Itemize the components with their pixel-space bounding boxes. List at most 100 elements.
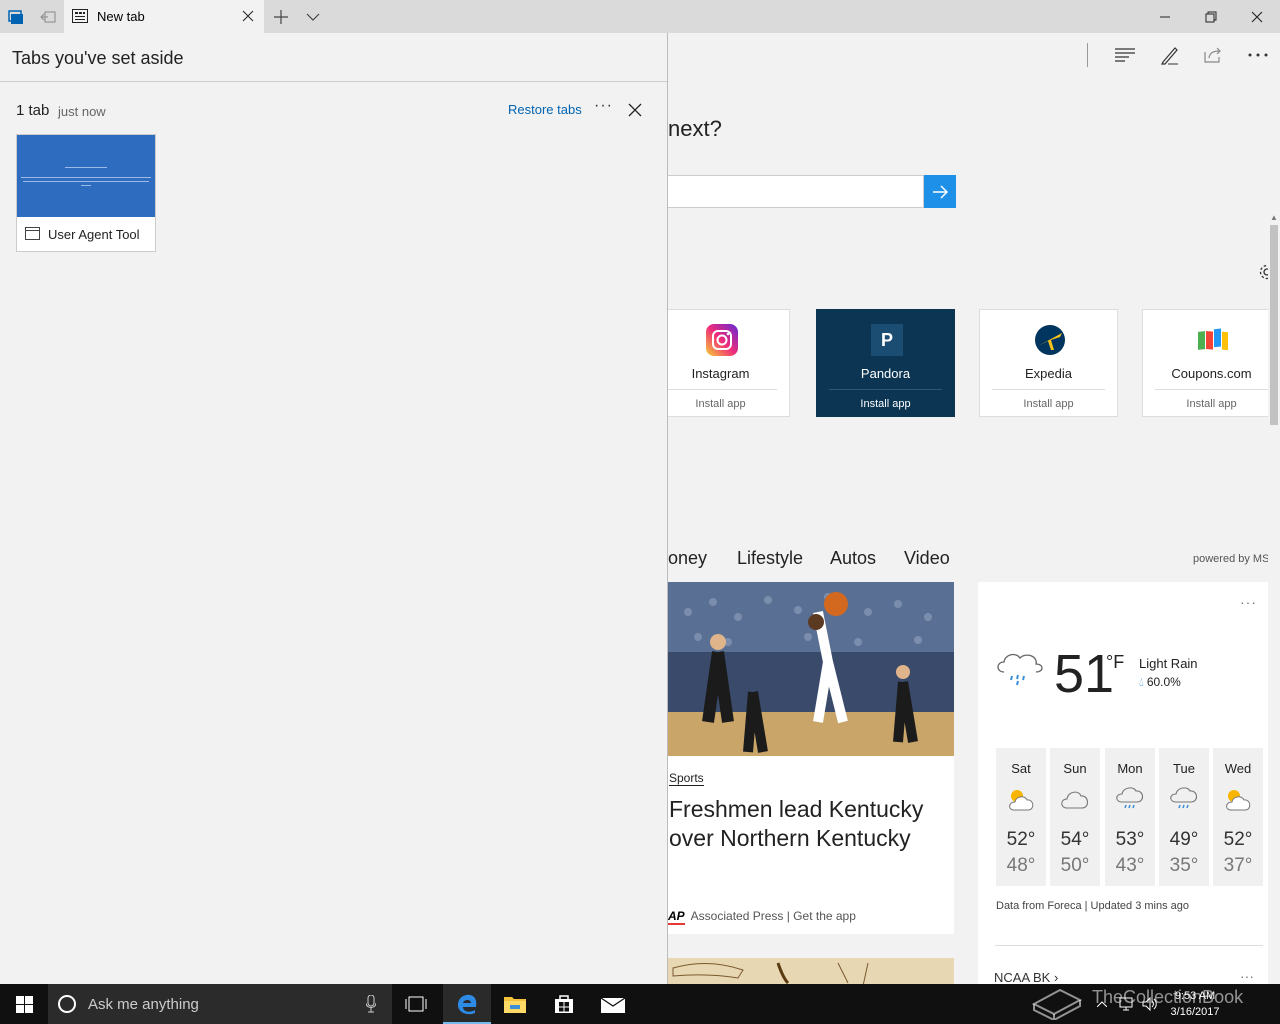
install-app-link[interactable]: Install app (1143, 398, 1280, 410)
coupons-logo-icon (1198, 328, 1228, 351)
weather-card[interactable]: ··· 51 °F Light Rain 💧︎ 60.0% Sat 52° 48°… (978, 582, 1268, 984)
browser-toolbar (668, 33, 1280, 77)
where-next-heading: next? (668, 116, 722, 141)
minimize-icon[interactable] (1142, 0, 1188, 33)
get-app-link[interactable]: | Get the app (787, 909, 856, 923)
close-tab-icon[interactable] (240, 8, 256, 24)
tabs-aside-icon[interactable] (0, 0, 32, 33)
restore-tabs-link[interactable]: Restore tabs (508, 102, 582, 117)
panel-title: Tabs you've set aside (12, 48, 184, 68)
forecast-low: 43° (1115, 855, 1145, 876)
tabs-aside-panel: Tabs you've set aside 1 tab just now Res… (0, 33, 668, 984)
new-tab-page: next? Instagram Install app P Pandora In… (668, 33, 1280, 984)
weather-condition: Light Rain (1139, 656, 1198, 671)
tab-new-tab[interactable]: New tab (64, 0, 264, 33)
category-lifestyle[interactable]: Lifestyle (737, 548, 803, 569)
weather-divider (995, 945, 1263, 946)
forecast-high: 53° (1115, 829, 1145, 850)
pandora-logo-icon: P (871, 324, 903, 356)
forecast-low: 50° (1060, 855, 1090, 876)
news-photo (668, 582, 954, 756)
install-app-link[interactable]: Install app (980, 398, 1117, 410)
toolbar-divider (1087, 43, 1088, 67)
partly-sunny-icon (1226, 790, 1251, 811)
group-tab-count: 1 tab (16, 102, 50, 119)
group-timestamp: just now (58, 104, 106, 119)
rain-cloud-icon (997, 653, 1043, 686)
search-go-button[interactable] (924, 175, 956, 208)
forecast-day-label: Sat (1011, 761, 1031, 776)
source-name[interactable]: Associated Press (691, 909, 784, 923)
forecast-high: 52° (1006, 829, 1036, 850)
scrollbar-thumb[interactable] (1270, 225, 1278, 425)
tile-coupons[interactable]: Coupons.com Install app (1142, 309, 1280, 417)
close-icon[interactable] (627, 102, 643, 118)
tile-divider (668, 389, 777, 390)
search-input[interactable] (668, 175, 924, 208)
ap-logo: AP (668, 909, 685, 925)
forecast-low: 48° (1006, 855, 1036, 876)
tile-name: Pandora (860, 366, 911, 381)
tile-instagram[interactable]: Instagram Install app (668, 309, 790, 417)
raindrop-icon: 💧︎ (1139, 675, 1144, 689)
task-view-icon[interactable] (392, 984, 440, 1024)
close-window-icon[interactable] (1234, 0, 1280, 33)
forecast-high: 49° (1169, 829, 1199, 850)
install-app-link[interactable]: Install app (817, 398, 954, 410)
forecast-day: Sun 54° 50° (1050, 748, 1100, 886)
news-category-label[interactable]: Sports (669, 771, 704, 786)
weather-footer: Data from Foreca | Updated 3 mins ago (996, 900, 1190, 912)
tab-title: New tab (97, 9, 145, 24)
start-button[interactable] (0, 984, 48, 1024)
ncaa-more-button[interactable]: ··· (1240, 968, 1254, 984)
tile-expedia[interactable]: Expedia Install app (979, 309, 1118, 417)
news-card-partial[interactable] (668, 958, 954, 984)
set-aside-tab-card[interactable]: User Agent Tool (16, 134, 156, 252)
more-actions-icon[interactable] (1242, 39, 1274, 71)
forecast-day: Sat 52° 48° (996, 748, 1046, 886)
rain-chance: 💧︎ 60.0% (1139, 675, 1181, 690)
windows-logo-icon (15, 995, 33, 1013)
hub-icon[interactable] (1109, 39, 1141, 71)
rain-chance-value: 60.0% (1146, 675, 1181, 689)
cortana-search-box[interactable]: Ask me anything (48, 984, 392, 1024)
rain-icon (1116, 787, 1144, 809)
panel-divider (0, 81, 667, 82)
temperature-unit: °F (1106, 652, 1125, 672)
store-icon[interactable] (540, 984, 588, 1024)
powered-by-label: powered by MS (1193, 553, 1270, 565)
category-autos[interactable]: Autos (830, 548, 876, 569)
edge-taskbar-icon[interactable] (443, 984, 491, 1024)
page-favicon-icon (25, 227, 40, 240)
microphone-icon[interactable] (366, 995, 376, 1013)
tile-divider (829, 389, 942, 390)
tile-divider (992, 389, 1105, 390)
page-scrollbar[interactable]: ▲ (1268, 213, 1280, 984)
new-tab-icon[interactable] (265, 0, 297, 33)
forecast-day: Tue 49° 35° (1159, 748, 1209, 886)
news-card[interactable]: Sports Freshmen lead Kentucky over North… (668, 582, 954, 934)
scroll-up-icon[interactable]: ▲ (1268, 213, 1280, 223)
share-icon[interactable] (1197, 39, 1229, 71)
cloudy-icon (1061, 791, 1089, 809)
group-more-button[interactable]: ··· (594, 97, 613, 115)
weather-more-button[interactable]: ··· (1240, 594, 1257, 610)
tab-previews-chevron-icon[interactable] (297, 0, 329, 33)
category-money[interactable]: oney (668, 548, 707, 569)
category-video[interactable]: Video (904, 548, 950, 569)
tile-pandora[interactable]: P Pandora Install app (816, 309, 955, 417)
web-note-icon[interactable] (1154, 39, 1186, 71)
install-app-link[interactable]: Install app (668, 398, 789, 410)
new-tab-favicon-icon (72, 9, 88, 23)
news-headline[interactable]: Freshmen lead Kentucky over Northern Ken… (669, 795, 949, 853)
tab-title: User Agent Tool (48, 227, 140, 242)
mail-icon[interactable] (589, 984, 637, 1024)
forecast-low: 37° (1223, 855, 1253, 876)
partly-sunny-icon (1009, 790, 1034, 811)
file-explorer-icon[interactable] (491, 984, 539, 1024)
news-source: AP Associated Press | Get the app (668, 909, 856, 925)
arrow-right-icon (933, 184, 948, 199)
restore-window-icon[interactable] (1188, 0, 1234, 33)
set-tabs-aside-icon[interactable] (32, 0, 64, 33)
tile-name: Expedia (1025, 366, 1072, 381)
